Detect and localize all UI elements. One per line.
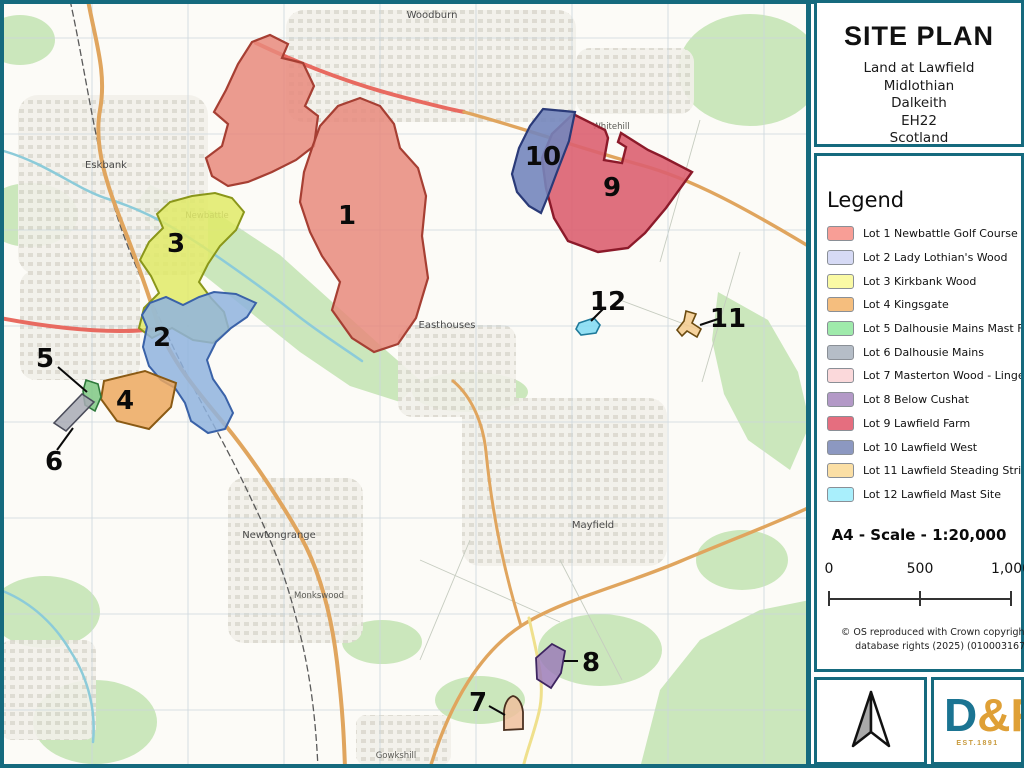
copyright-line-1: © OS reproduced with Crown copyright and (825, 626, 1024, 640)
legend-item-label: Lot 3 Kirkbank Wood (863, 275, 976, 288)
legend-item-label: Lot 2 Lady Lothian's Wood (863, 251, 1007, 264)
lot-6-number: 6 (45, 447, 63, 477)
lot-8-swatch (827, 392, 854, 407)
legend-item-label: Lot 7 Masterton Wood - Lingerwood (863, 369, 1021, 382)
place-label-woodburn: Woodburn (407, 10, 458, 21)
dr-logo: D&R (944, 688, 1024, 742)
scale-bar-tick-middle (919, 591, 921, 606)
logo-letter-d: D (944, 689, 977, 741)
legend-item-lot-3: Lot 3 Kirkbank Wood (817, 269, 1021, 293)
legend-item-lot-11: Lot 11 Lawfield Steading Strip (817, 459, 1021, 483)
dr-logo-box: D&R EST.1891 (931, 677, 1024, 765)
lot-11-swatch (827, 463, 854, 478)
lot-2-swatch (827, 250, 854, 265)
legend-item-lot-8: Lot 8 Below Cushat (817, 388, 1021, 412)
legend-item-lot-6: Lot 6 Dalhousie Mains (817, 340, 1021, 364)
page-title: SITE PLAN (844, 21, 994, 52)
legend-item-label: Lot 9 Lawfield Farm (863, 417, 970, 430)
title-box: SITE PLAN Land at Lawfield Midlothian Da… (814, 0, 1024, 147)
legend-heading: Legend (827, 188, 1021, 212)
lot-2-number: 2 (153, 323, 171, 353)
scale-text: A4 - Scale - 1:20,000 (817, 526, 1021, 544)
legend-item-label: Lot 8 Below Cushat (863, 393, 969, 406)
legend-item-label: Lot 11 Lawfield Steading Strip (863, 464, 1021, 477)
copyright-line-2: database rights (2025) (0100031673) (825, 640, 1024, 654)
lot-12-number: 12 (590, 287, 626, 317)
site-address: Land at Lawfield Midlothian Dalkeith EH2… (863, 60, 974, 148)
scale-tick-0: 0 (815, 561, 843, 577)
lot-10-number: 10 (525, 142, 561, 172)
north-arrow-box (814, 677, 927, 765)
place-label-mayfield: Mayfield (572, 520, 614, 531)
address-line-4: EH22 (863, 113, 974, 131)
lot-4-number: 4 (116, 386, 134, 416)
lot-8-number: 8 (582, 648, 600, 678)
lot-7-polygon (504, 696, 523, 730)
legend-item-label: Lot 6 Dalhousie Mains (863, 346, 984, 359)
legend-item-lot-7: Lot 7 Masterton Wood - Lingerwood (817, 364, 1021, 388)
lot-1-number: 1 (338, 201, 356, 231)
lot-4-swatch (827, 297, 854, 312)
legend-item-lot-12: Lot 12 Lawfield Mast Site (817, 483, 1021, 507)
legend-item-lot-5: Lot 5 Dalhousie Mains Mast Field (817, 317, 1021, 341)
place-label-easthouses: Easthouses (419, 320, 476, 331)
legend-item-label: Lot 12 Lawfield Mast Site (863, 488, 1001, 501)
scale-tick-500: 500 (898, 561, 942, 577)
legend-item-label: Lot 10 Lawfield West (863, 441, 977, 454)
legend-item-lot-9: Lot 9 Lawfield Farm (817, 412, 1021, 436)
place-label-monkswood: Monkswood (294, 591, 344, 601)
os-copyright: © OS reproduced with Crown copyright and… (825, 626, 1024, 654)
lot-10-swatch (827, 440, 854, 455)
place-label-gowkshill: Gowkshill (376, 751, 417, 761)
legend-item-lot-1: Lot 1 Newbattle Golf Course (817, 222, 1021, 246)
lot-5-swatch (827, 321, 854, 336)
lot-6-swatch (827, 345, 854, 360)
logo-letter-r: R (1010, 689, 1024, 741)
lot-3-swatch (827, 274, 854, 289)
lot-5-number: 5 (36, 344, 54, 374)
address-line-2: Midlothian (863, 78, 974, 96)
legend-item-lot-2: Lot 2 Lady Lothian's Wood (817, 246, 1021, 270)
lot-7-number: 7 (469, 688, 487, 718)
legend-item-lot-10: Lot 10 Lawfield West (817, 435, 1021, 459)
place-label-newtongrange: Newtongrange (242, 530, 316, 541)
scale-bar-tick-right (1010, 591, 1012, 606)
frame-map-divider (806, 0, 811, 768)
address-line-1: Land at Lawfield (863, 60, 974, 78)
legend-box: Legend Lot 1 Newbattle Golf Course Lot 2… (814, 153, 1024, 672)
lot-12-swatch (827, 487, 854, 502)
lot-9-swatch (827, 416, 854, 431)
north-arrow-icon (841, 688, 901, 754)
map-panel: Woodburn Eskbank Newbattle Easthouses Wh… (4, 4, 806, 764)
lot-1-swatch (827, 226, 854, 241)
address-line-5: Scotland (863, 130, 974, 148)
lot-3-number: 3 (167, 229, 185, 259)
lot-11-number: 11 (710, 304, 746, 334)
legend-item-label: Lot 4 Kingsgate (863, 298, 949, 311)
lot-7-swatch (827, 368, 854, 383)
place-label-eskbank: Eskbank (85, 160, 127, 171)
legend-item-lot-4: Lot 4 Kingsgate (817, 293, 1021, 317)
logo-established-text: EST.1891 (934, 740, 1021, 747)
lot-9-number: 9 (603, 173, 621, 203)
scale-tick-1000: 1,000 (987, 561, 1024, 577)
logo-ampersand: & (977, 689, 1010, 741)
frame-left (0, 0, 4, 768)
address-line-3: Dalkeith (863, 95, 974, 113)
legend-item-label: Lot 1 Newbattle Golf Course (863, 227, 1018, 240)
site-map: Woodburn Eskbank Newbattle Easthouses Wh… (4, 4, 806, 764)
legend-item-label: Lot 5 Dalhousie Mains Mast Field (863, 322, 1021, 335)
scale-bar-tick-left (828, 591, 830, 606)
